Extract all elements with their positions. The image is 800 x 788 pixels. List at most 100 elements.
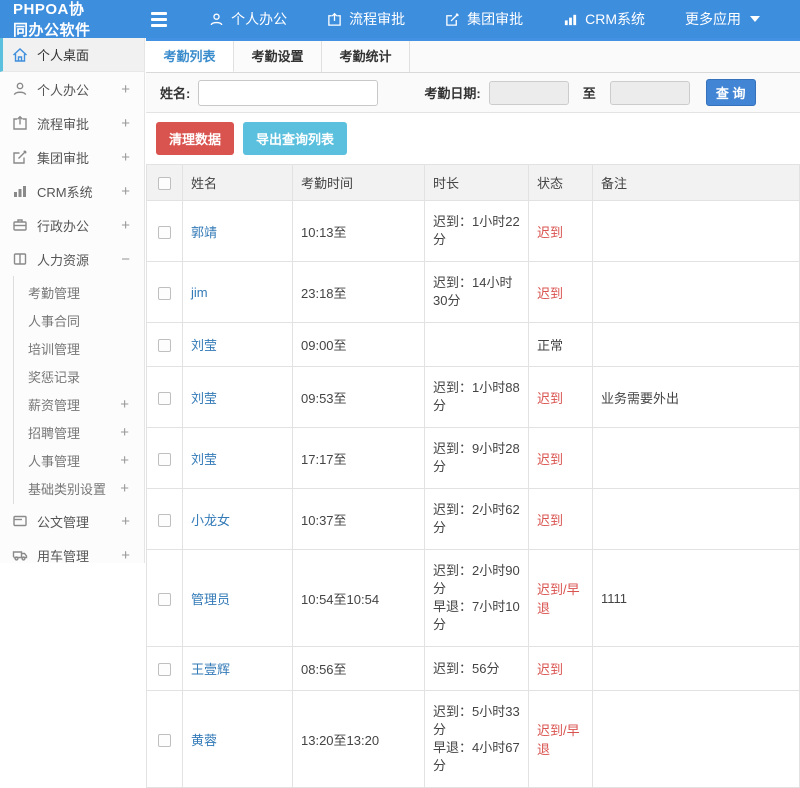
- sidebar-item-recruit-mgmt[interactable]: 招聘管理 +: [14, 418, 144, 446]
- attendance-time: 09:53至: [292, 366, 425, 428]
- note: [592, 488, 800, 550]
- col-time: 考勤时间: [292, 164, 425, 201]
- duration: 迟到：1小时22分: [424, 200, 529, 262]
- date-start-input[interactable]: [488, 80, 569, 105]
- table-row: 黄蓉 13:20至13:20 迟到：5小时33分 早退：4小时67分 迟到/早退: [146, 690, 800, 788]
- tab-attendance-stats[interactable]: 考勤统计: [322, 41, 410, 72]
- sidebar-item-group-approval[interactable]: 集团审批 +: [0, 140, 144, 174]
- sidebar-item-hr-contract[interactable]: 人事合同: [14, 306, 144, 334]
- row-checkbox[interactable]: [158, 663, 171, 677]
- employee-name-link[interactable]: 管理员: [191, 592, 230, 607]
- table-row: 管理员 10:54至10:54 迟到：2小时90分 早退：7小时10分 迟到/早…: [146, 549, 800, 647]
- row-checkbox[interactable]: [158, 452, 171, 466]
- expand-icon[interactable]: +: [121, 217, 136, 234]
- employee-name-link[interactable]: 郭靖: [191, 225, 217, 240]
- table-row: 小龙女 10:37至 迟到：2小时62分 迟到: [146, 488, 800, 550]
- workflow-icon: [12, 115, 28, 131]
- sidebar-item-salary-mgmt[interactable]: 薪资管理 +: [14, 390, 144, 418]
- nav-personal-office[interactable]: 个人办公: [209, 9, 287, 29]
- expand-icon[interactable]: +: [120, 480, 144, 497]
- name-input[interactable]: [198, 79, 379, 106]
- sidebar-item-workflow-approval[interactable]: 流程审批 +: [0, 106, 144, 140]
- note: 1111: [592, 549, 800, 647]
- book-icon: [12, 251, 28, 267]
- attendance-time: 10:13至: [292, 200, 425, 262]
- date-end-input[interactable]: [609, 80, 690, 105]
- query-button[interactable]: 查 询: [705, 79, 756, 106]
- employee-name-link[interactable]: 黄蓉: [191, 733, 217, 748]
- briefcase-icon: [12, 217, 28, 233]
- expand-icon[interactable]: +: [121, 115, 136, 132]
- row-checkbox[interactable]: [158, 391, 171, 405]
- app-title: PHPOA协同办公软件: [13, 1, 91, 39]
- nav-group-approval[interactable]: 集团审批: [445, 9, 523, 29]
- sidebar-item-crm[interactable]: CRM系统 +: [0, 174, 144, 208]
- nav-more-apps[interactable]: 更多应用: [685, 9, 760, 29]
- sidebar-item-personal-office[interactable]: 个人办公 +: [0, 72, 144, 106]
- status-badge: 迟到: [528, 646, 593, 691]
- employee-name-link[interactable]: 王壹辉: [191, 662, 230, 677]
- employee-name-link[interactable]: 小龙女: [191, 513, 230, 528]
- col-name: 姓名: [182, 164, 293, 201]
- person-icon: [209, 12, 224, 27]
- expand-icon[interactable]: +: [121, 513, 136, 530]
- tab-attendance-list[interactable]: 考勤列表: [146, 41, 234, 72]
- workflow-icon: [327, 12, 342, 27]
- chart-icon: [12, 183, 28, 199]
- duration: 迟到：5小时33分 早退：4小时67分: [424, 690, 529, 788]
- name-label: 姓名:: [160, 86, 191, 101]
- table-row: 刘莹 09:53至 迟到：1小时88分 迟到 业务需要外出: [146, 366, 800, 428]
- attendance-time: 13:20至13:20: [292, 690, 425, 788]
- sidebar-item-document-mgmt[interactable]: 公文管理 +: [0, 504, 144, 538]
- expand-icon[interactable]: +: [120, 396, 144, 413]
- expand-icon[interactable]: +: [121, 547, 136, 564]
- col-status: 状态: [528, 164, 593, 201]
- expand-icon[interactable]: +: [121, 149, 136, 166]
- clear-data-button[interactable]: 清理数据: [156, 122, 235, 155]
- sidebar-item-vehicle-mgmt[interactable]: 用车管理 +: [0, 538, 144, 563]
- select-all-checkbox[interactable]: [158, 177, 171, 191]
- menu-toggle-icon[interactable]: [151, 11, 168, 27]
- person-icon: [12, 81, 28, 97]
- attendance-time: 08:56至: [292, 646, 425, 691]
- sidebar-item-reward-punish[interactable]: 奖惩记录: [14, 362, 144, 390]
- row-checkbox[interactable]: [158, 225, 171, 239]
- sidebar-item-training-mgmt[interactable]: 培训管理: [14, 334, 144, 362]
- row-checkbox[interactable]: [158, 513, 171, 527]
- row-checkbox[interactable]: [158, 733, 171, 747]
- tab-attendance-settings[interactable]: 考勤设置: [234, 41, 322, 72]
- expand-icon[interactable]: +: [121, 183, 136, 200]
- nav-workflow-approval[interactable]: 流程审批: [327, 9, 405, 29]
- car-icon: [12, 547, 28, 563]
- employee-name-link[interactable]: 刘莹: [191, 338, 217, 353]
- sidebar-item-attendance-mgmt[interactable]: 考勤管理: [14, 278, 144, 306]
- row-checkbox[interactable]: [158, 592, 171, 606]
- collapse-icon[interactable]: −: [121, 251, 136, 268]
- status-badge: 迟到: [528, 261, 593, 323]
- sidebar-item-personal-desktop[interactable]: 个人桌面: [0, 38, 144, 72]
- note: [592, 200, 800, 262]
- main-panel: 考勤列表 考勤设置 考勤统计 姓名: 考勤日期: 至 查 询 清理数据 导出查询…: [146, 38, 800, 788]
- note: 业务需要外出: [592, 366, 800, 428]
- expand-icon[interactable]: +: [120, 424, 144, 441]
- table-row: jim 23:18至 迟到：14小时30分 迟到: [146, 261, 800, 323]
- document-icon: [12, 513, 28, 529]
- action-toolbar: 清理数据 导出查询列表: [146, 113, 800, 164]
- chart-icon: [563, 12, 578, 27]
- attendance-time: 10:54至10:54: [292, 549, 425, 647]
- expand-icon[interactable]: +: [121, 81, 136, 98]
- row-checkbox[interactable]: [158, 339, 171, 353]
- export-list-button[interactable]: 导出查询列表: [243, 122, 348, 155]
- row-checkbox[interactable]: [158, 286, 171, 300]
- sidebar-item-hr[interactable]: 人力资源 −: [0, 242, 144, 276]
- sidebar-item-admin-office[interactable]: 行政办公 +: [0, 208, 144, 242]
- nav-crm-system[interactable]: CRM系统: [563, 9, 645, 29]
- employee-name-link[interactable]: 刘莹: [191, 391, 217, 406]
- sidebar-item-personnel-mgmt[interactable]: 人事管理 +: [14, 446, 144, 474]
- sidebar-item-base-category[interactable]: 基础类别设置 +: [14, 474, 144, 502]
- status-badge: 迟到: [528, 488, 593, 550]
- employee-name-link[interactable]: jim: [191, 285, 208, 300]
- duration: 迟到：56分: [424, 646, 529, 691]
- expand-icon[interactable]: +: [120, 452, 144, 469]
- employee-name-link[interactable]: 刘莹: [191, 452, 217, 467]
